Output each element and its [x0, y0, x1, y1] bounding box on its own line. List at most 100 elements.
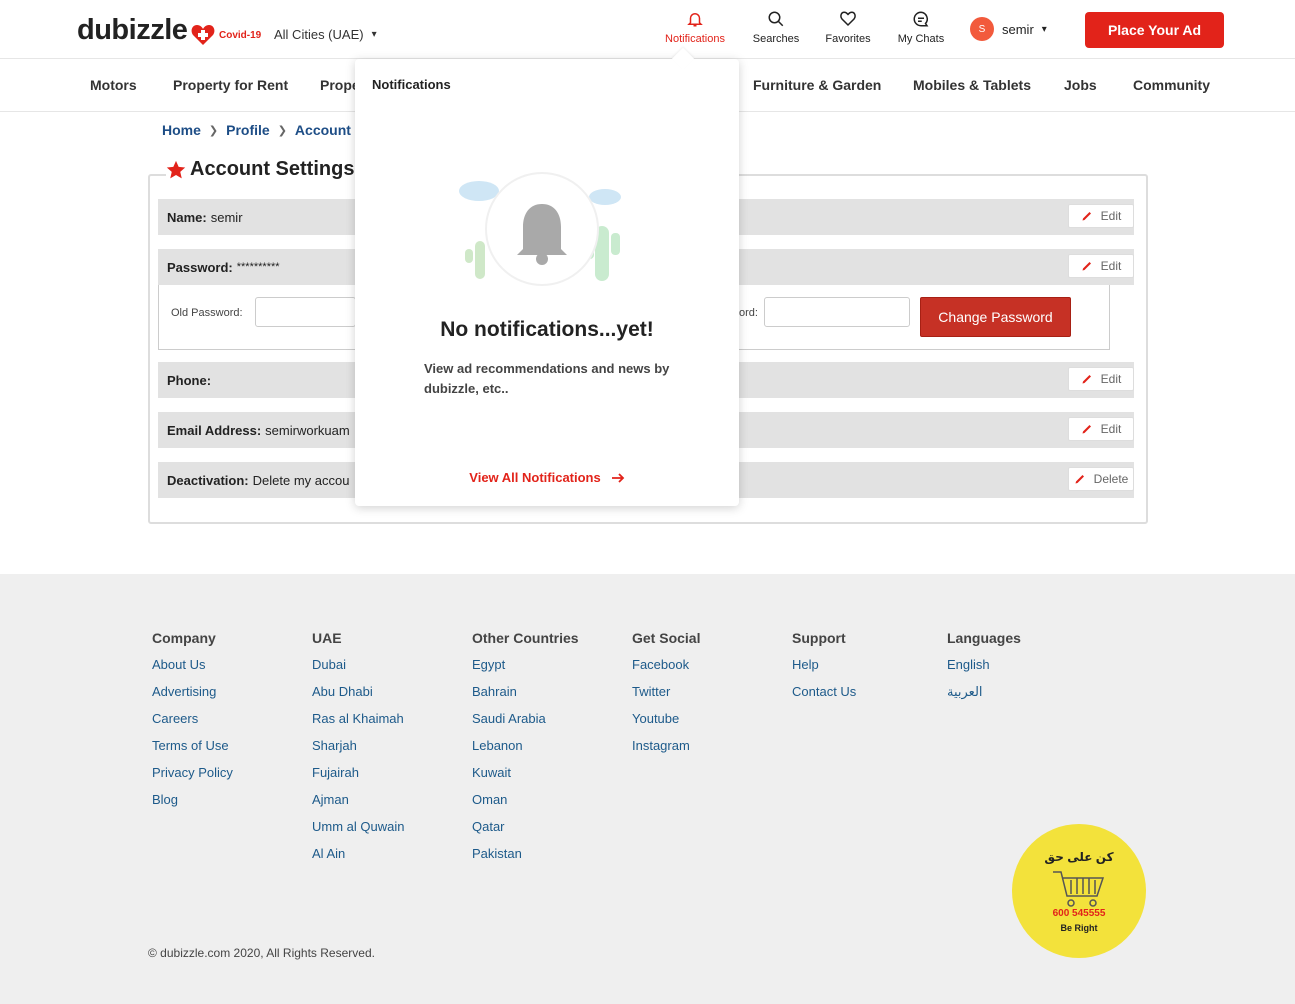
- footer-heading: Company: [152, 630, 216, 646]
- footer-link[interactable]: Instagram: [632, 738, 700, 765]
- nav-favorites-label: Favorites: [825, 33, 871, 45]
- covid-badge[interactable]: Covid-19: [191, 24, 261, 46]
- user-name: semir: [1002, 21, 1034, 37]
- badge-arabic-text: كن على حق: [1044, 849, 1114, 864]
- pencil-icon: [1075, 475, 1084, 484]
- footer-link[interactable]: Kuwait: [472, 765, 579, 792]
- breadcrumb-home[interactable]: Home: [162, 122, 201, 138]
- breadcrumb-profile[interactable]: Profile: [226, 122, 270, 138]
- category-mobiles[interactable]: Mobiles & Tablets: [913, 77, 1031, 93]
- nav-notifications[interactable]: Notifications: [662, 10, 728, 45]
- bell-icon: [687, 13, 703, 27]
- footer-link[interactable]: Saudi Arabia: [472, 711, 579, 738]
- nav-searches-label: Searches: [752, 33, 800, 45]
- footer-link[interactable]: Bahrain: [472, 684, 579, 711]
- dubizzle-logo[interactable]: dubizzle: [77, 14, 188, 47]
- footer-link[interactable]: Abu Dhabi: [312, 684, 404, 711]
- footer-link[interactable]: Terms of Use: [152, 738, 233, 765]
- copyright: © dubizzle.com 2020, All Rights Reserved…: [148, 946, 375, 960]
- footer-link[interactable]: Lebanon: [472, 738, 579, 765]
- footer-link[interactable]: Sharjah: [312, 738, 404, 765]
- badge-english-text: Be Right: [1060, 922, 1098, 933]
- user-menu[interactable]: S semir ▾: [970, 17, 1047, 41]
- footer-link[interactable]: Dubai: [312, 657, 404, 684]
- city-selector[interactable]: All Cities (UAE) ▾: [274, 27, 377, 42]
- nav-searches[interactable]: Searches: [748, 10, 804, 45]
- footer-link[interactable]: Qatar: [472, 819, 579, 846]
- category-furniture[interactable]: Furniture & Garden: [753, 77, 881, 93]
- setting-label: Name:: [167, 209, 207, 225]
- edit-email-button[interactable]: Edit: [1068, 417, 1134, 441]
- confirm-password-input[interactable]: [764, 297, 910, 327]
- footer-heading: Other Countries: [472, 630, 579, 646]
- edit-label: Edit: [1100, 209, 1122, 223]
- footer-link[interactable]: Help: [792, 657, 856, 684]
- badge-phone: 600 545555: [1052, 907, 1106, 919]
- change-password-button[interactable]: Change Password: [920, 297, 1071, 337]
- edit-label: Edit: [1100, 422, 1122, 436]
- footer-link[interactable]: Egypt: [472, 657, 579, 684]
- top-header: dubizzle Covid-19 All Cities (UAE) ▾ Not…: [0, 0, 1295, 59]
- edit-phone-button[interactable]: Edit: [1068, 367, 1134, 391]
- nav-my-chats[interactable]: My Chats: [894, 10, 948, 45]
- footer-link[interactable]: Blog: [152, 792, 233, 819]
- footer-col-languages: Languages English العربية: [947, 630, 1021, 711]
- footer-col-company: Company About Us Advertising Careers Ter…: [152, 630, 233, 819]
- footer-link[interactable]: Careers: [152, 711, 233, 738]
- edit-label: Edit: [1100, 259, 1122, 273]
- footer-link[interactable]: Al Ain: [312, 846, 404, 873]
- footer-link[interactable]: Contact Us: [792, 684, 856, 711]
- setting-label: Email Address:: [167, 422, 262, 438]
- category-property-sale[interactable]: Prope: [320, 77, 360, 93]
- shopping-cart-icon: [1053, 870, 1105, 907]
- nav-my-chats-label: My Chats: [897, 33, 945, 45]
- category-jobs[interactable]: Jobs: [1064, 77, 1097, 93]
- star-icon: [166, 160, 186, 178]
- pencil-icon: [1082, 425, 1091, 434]
- footer-link[interactable]: Twitter: [632, 684, 700, 711]
- footer-link[interactable]: Youtube: [632, 711, 700, 738]
- footer-link[interactable]: English: [947, 657, 1021, 684]
- footer-link[interactable]: Oman: [472, 792, 579, 819]
- footer-col-uae: UAE Dubai Abu Dhabi Ras al Khaimah Sharj…: [312, 630, 404, 873]
- footer-heading: Support: [792, 630, 846, 646]
- nav-favorites[interactable]: Favorites: [822, 10, 874, 45]
- old-password-input[interactable]: [255, 297, 356, 327]
- covid-label: Covid-19: [219, 29, 262, 41]
- chevron-right-icon: ❯: [277, 124, 287, 137]
- footer-link[interactable]: Ajman: [312, 792, 404, 819]
- arrow-right-icon: [611, 472, 625, 483]
- footer-link[interactable]: Umm al Quwain: [312, 819, 404, 846]
- search-icon: [768, 11, 784, 27]
- page-title: Account Settings: [190, 158, 355, 180]
- chevron-down-icon: ▾: [1041, 23, 1047, 35]
- footer-link[interactable]: Facebook: [632, 657, 700, 684]
- footer-link[interactable]: Pakistan: [472, 846, 579, 873]
- empty-notifications-title: No notifications...yet!: [440, 318, 654, 341]
- footer-col-social: Get Social Facebook Twitter Youtube Inst…: [632, 630, 700, 765]
- footer-link[interactable]: About Us: [152, 657, 233, 684]
- notifications-header: Notifications: [372, 77, 451, 92]
- confirm-password-label: ord:: [739, 307, 758, 319]
- heart-icon: [840, 11, 856, 27]
- setting-label: Phone:: [167, 372, 212, 388]
- category-motors[interactable]: Motors: [90, 77, 137, 93]
- pencil-icon: [1082, 375, 1091, 384]
- footer-link[interactable]: Ras al Khaimah: [312, 711, 404, 738]
- footer-link[interactable]: Fujairah: [312, 765, 404, 792]
- place-ad-button[interactable]: Place Your Ad: [1085, 12, 1224, 48]
- setting-value: semir: [210, 209, 243, 225]
- view-all-notifications-link[interactable]: View All Notifications: [355, 470, 739, 485]
- edit-name-button[interactable]: Edit: [1068, 204, 1134, 228]
- pencil-icon: [1082, 262, 1091, 271]
- empty-notifications-description: View ad recommendations and news by dubi…: [424, 361, 670, 396]
- breadcrumb: Home ❯ Profile ❯ Account Set: [162, 122, 377, 138]
- footer-link[interactable]: Advertising: [152, 684, 233, 711]
- old-password-label: Old Password:: [171, 307, 243, 319]
- footer-link[interactable]: Privacy Policy: [152, 765, 233, 792]
- footer-link[interactable]: العربية: [947, 684, 1021, 711]
- edit-password-button[interactable]: Edit: [1068, 254, 1134, 278]
- category-property-rent[interactable]: Property for Rent: [173, 77, 288, 93]
- category-community[interactable]: Community: [1133, 77, 1210, 93]
- delete-account-button[interactable]: Delete: [1068, 467, 1134, 491]
